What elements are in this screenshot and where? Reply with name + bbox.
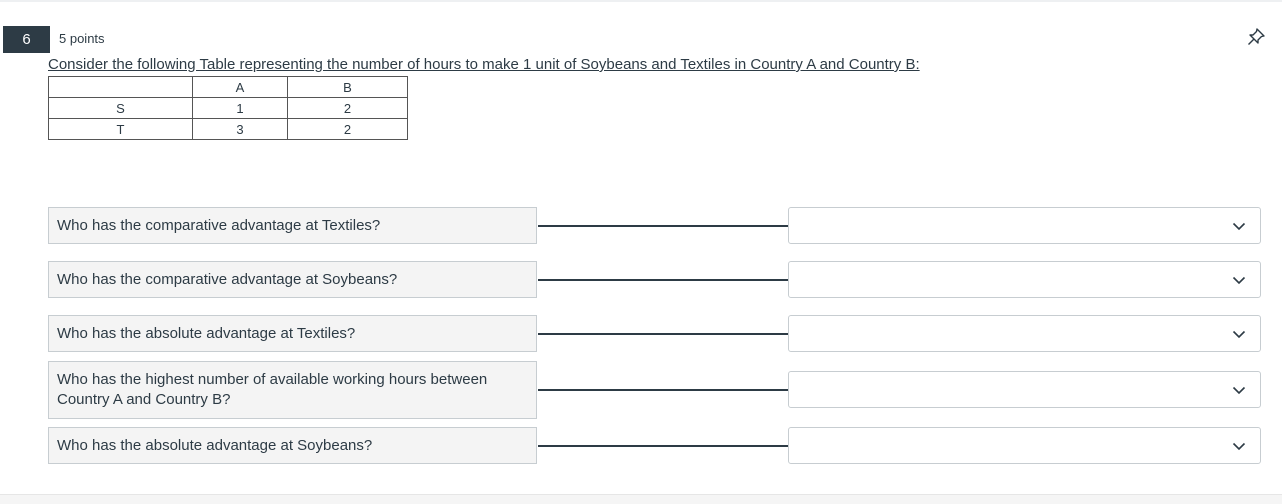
table-header-row: A B <box>48 76 408 98</box>
chevron-down-icon <box>1232 442 1246 450</box>
hours-table: A B S 1 2 T 3 2 <box>48 76 408 140</box>
answer-dropdown[interactable] <box>788 371 1261 408</box>
match-prompt: Who has the highest number of available … <box>48 361 537 419</box>
table-row: T 3 2 <box>48 118 408 140</box>
table-row: S 1 2 <box>48 97 408 119</box>
match-connector <box>538 333 788 335</box>
table-cell: 1 <box>192 97 288 119</box>
answer-dropdown[interactable] <box>788 207 1261 244</box>
match-prompt: Who has the comparative advantage at Tex… <box>48 207 537 244</box>
match-connector <box>538 389 788 391</box>
answer-dropdown[interactable] <box>788 261 1261 298</box>
answer-dropdown[interactable] <box>788 315 1261 352</box>
chevron-down-icon <box>1232 330 1246 338</box>
table-cell: S <box>48 97 193 119</box>
match-prompt: Who has the absolute advantage at Textil… <box>48 315 537 352</box>
table-cell: 3 <box>192 118 288 140</box>
chevron-down-icon <box>1232 222 1246 230</box>
chevron-down-icon <box>1232 276 1246 284</box>
answer-dropdown[interactable] <box>788 427 1261 464</box>
table-cell: B <box>287 76 408 98</box>
table-cell: 2 <box>287 97 408 119</box>
question-text: Consider the following Table representin… <box>48 56 920 73</box>
table-cell: A <box>192 76 288 98</box>
question-number: 6 <box>22 31 31 48</box>
match-connector <box>538 445 788 447</box>
match-connector <box>538 279 788 281</box>
match-connector <box>538 225 788 227</box>
match-prompt: Who has the comparative advantage at Soy… <box>48 261 537 298</box>
table-cell <box>48 76 193 98</box>
chevron-down-icon <box>1232 386 1246 394</box>
match-prompt: Who has the absolute advantage at Soybea… <box>48 427 537 464</box>
top-divider <box>0 0 1282 2</box>
question-number-badge: 6 <box>3 26 50 53</box>
table-cell: T <box>48 118 193 140</box>
question-points: 5 points <box>59 31 105 46</box>
pin-icon[interactable] <box>1246 27 1266 47</box>
table-cell: 2 <box>287 118 408 140</box>
